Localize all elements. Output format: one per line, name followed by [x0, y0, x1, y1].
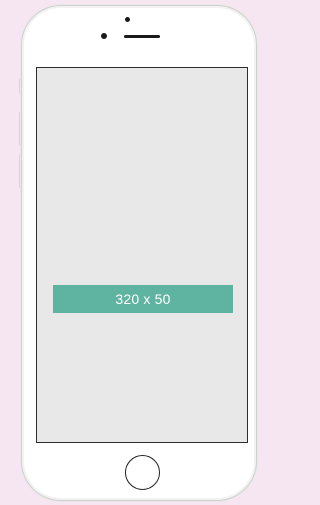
front-camera-icon	[125, 17, 130, 22]
ad-banner-placeholder[interactable]: 320 x 50	[53, 285, 233, 313]
home-button[interactable]	[125, 455, 160, 490]
banner-size-label: 320 x 50	[115, 291, 171, 307]
phone-screen: 320 x 50	[36, 67, 248, 443]
earpiece-speaker-icon	[124, 35, 160, 38]
front-sensor-icon	[101, 33, 107, 39]
page-background: { "banner": { "size_label": "320 x 50" }…	[0, 0, 257, 505]
